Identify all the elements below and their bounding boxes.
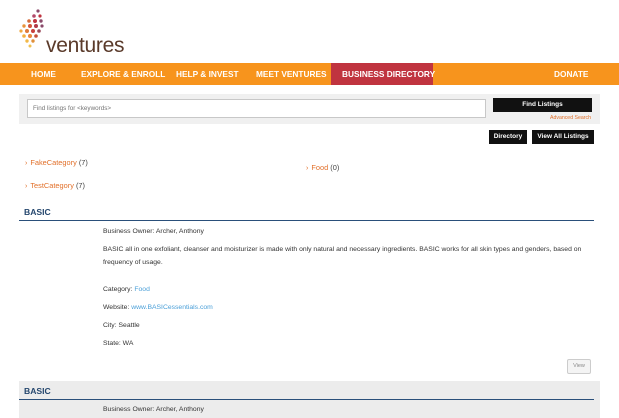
city-value: Seattle xyxy=(118,322,140,329)
ventures-logo[interactable]: ventures xyxy=(18,8,128,58)
website-label: Website: xyxy=(103,304,130,311)
owner-value: Archer, Anthony xyxy=(155,228,204,235)
state-label: State: xyxy=(103,340,121,347)
listing-city: City: Seattle xyxy=(103,322,140,329)
category-count: (0) xyxy=(330,163,340,172)
search-input[interactable] xyxy=(27,99,486,118)
owner-label: Business Owner: xyxy=(103,228,155,235)
category-item[interactable]: › FakeCategory (7) xyxy=(25,158,88,167)
view-all-listings-button[interactable]: View All Listings xyxy=(532,130,594,144)
nav-help-invest[interactable]: HELP & INVEST xyxy=(176,63,239,85)
view-button[interactable]: View xyxy=(567,359,591,374)
logo-dots-icon xyxy=(19,9,44,48)
logo-text: ventures xyxy=(46,34,125,57)
listing-header: BASIC xyxy=(19,205,594,221)
category-item[interactable]: › Food (0) xyxy=(306,163,339,172)
nav-business-directory[interactable]: BUSINESS DIRECTORY xyxy=(331,63,435,85)
chevron-right-icon: › xyxy=(25,183,28,190)
chevron-right-icon: › xyxy=(306,165,309,172)
category-label: Category: xyxy=(103,286,133,293)
state-value: WA xyxy=(122,340,134,347)
owner-value: Archer, Anthony xyxy=(155,406,204,413)
listing-owner: Business Owner: Archer, Anthony xyxy=(103,406,204,413)
nav-explore-enroll[interactable]: EXPLORE & ENROLL xyxy=(81,63,165,85)
website-link[interactable]: www.BASICessentials.com xyxy=(131,304,213,311)
advanced-search-link[interactable]: Advanced Search xyxy=(550,115,591,121)
owner-label: Business Owner: xyxy=(103,406,155,413)
listing-title[interactable]: BASIC xyxy=(24,207,51,217)
nav-home[interactable]: HOME xyxy=(31,63,56,85)
listing-category: Category: Food xyxy=(103,286,150,293)
category-link[interactable]: Food xyxy=(134,286,150,293)
chevron-right-icon: › xyxy=(25,160,28,167)
listing-owner: Business Owner: Archer, Anthony xyxy=(103,228,204,235)
category-name[interactable]: FakeCategory xyxy=(30,158,76,167)
category-item[interactable]: › TestCategory (7) xyxy=(25,181,85,190)
main-nav: HOME EXPLORE & ENROLL HELP & INVEST MEET… xyxy=(0,63,619,85)
category-name[interactable]: Food xyxy=(311,163,328,172)
nav-meet-ventures[interactable]: MEET VENTURES xyxy=(256,63,327,85)
category-count: (7) xyxy=(75,181,85,190)
listing-description: BASIC all in one exfoliant, cleanser and… xyxy=(103,246,582,266)
find-listings-button[interactable]: Find Listings xyxy=(493,98,592,112)
city-label: City: xyxy=(103,322,117,329)
directory-button[interactable]: Directory xyxy=(489,130,527,144)
listing-header: BASIC xyxy=(19,384,594,400)
listing-state: State: WA xyxy=(103,340,133,347)
listing-title[interactable]: BASIC xyxy=(24,386,51,396)
category-name[interactable]: TestCategory xyxy=(30,181,74,190)
listing-website: Website: www.BASICessentials.com xyxy=(103,304,213,311)
nav-donate[interactable]: DONATE xyxy=(554,63,588,85)
category-count: (7) xyxy=(78,158,88,167)
